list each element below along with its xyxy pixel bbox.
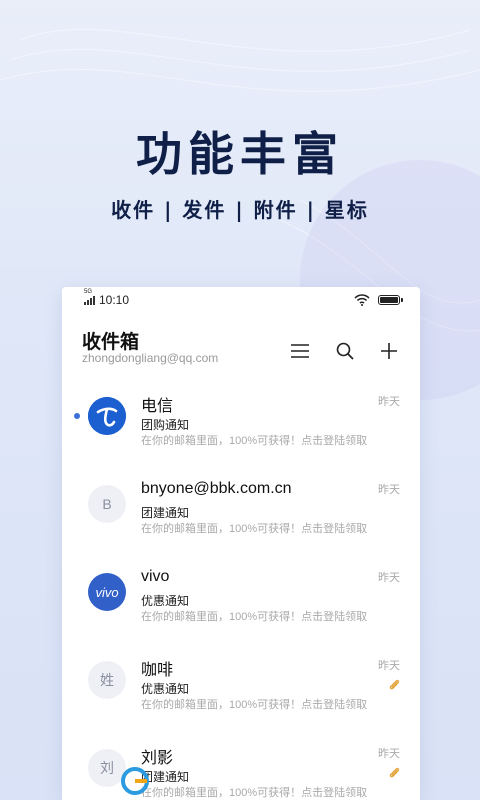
- account-email: zhongdongliang@qq.com: [82, 351, 219, 365]
- inbox-title: 收件箱: [82, 331, 140, 353]
- mail-item[interactable]: 电信 团购通知 在你的邮箱里面，100%可获得！点击登陆领取 昨天: [62, 385, 420, 473]
- mail-preview: 在你的邮箱里面，100%可获得！点击登陆领取: [141, 699, 368, 711]
- mail-preview: 在你的邮箱里面，100%可获得！点击登陆领取: [141, 435, 368, 447]
- mail-preview: 在你的邮箱里面，100%可获得！点击登陆领取: [141, 611, 368, 623]
- phone-screen: 5G 10:10 收件箱 zhongdongliang@qq.com 电信 团购…: [62, 287, 420, 800]
- unread-indicator: [74, 413, 80, 419]
- attachment-icon: [389, 767, 400, 778]
- mail-preview: 在你的邮箱里面，100%可获得！点击登陆领取: [141, 523, 368, 535]
- search-button[interactable]: [333, 339, 357, 363]
- mail-sender: 电信: [141, 398, 174, 415]
- mail-item[interactable]: 刘 刘影 团建通知 在你的邮箱里面，100%可获得！点击登陆领取 昨天: [62, 737, 420, 800]
- mail-time: 昨天: [378, 396, 400, 408]
- mail-sender: vivo: [141, 568, 170, 585]
- mail-time: 昨天: [378, 484, 400, 496]
- add-icon: [381, 343, 397, 359]
- compose-button[interactable]: [377, 339, 401, 363]
- avatar: B: [88, 485, 126, 523]
- mail-sender: bnyone@bbk.com.cn: [141, 480, 292, 497]
- network-label: 5G: [84, 289, 93, 295]
- vivo-logo-icon: vivo: [88, 573, 126, 611]
- mail-sender: 咖啡: [141, 662, 174, 679]
- promo-subtitle: 收件 | 发件 | 附件 | 星标: [111, 198, 369, 222]
- mail-subject: 优惠通知: [141, 594, 190, 608]
- signal-icon: 5G: [84, 289, 95, 305]
- mail-subject: 优惠通知: [141, 682, 190, 696]
- mail-item[interactable]: 姓 咖啡 优惠通知 在你的邮箱里面，100%可获得！点击登陆领取 昨天: [62, 649, 420, 737]
- mail-subject: 团购通知: [141, 418, 190, 432]
- mail-time: 昨天: [378, 748, 400, 760]
- watermark-logo: [120, 764, 230, 798]
- menu-icon: [291, 344, 309, 358]
- status-bar: 5G 10:10: [62, 287, 420, 315]
- status-time: 10:10: [99, 293, 130, 307]
- mail-item[interactable]: B bnyone@bbk.com.cn 团建通知 在你的邮箱里面，100%可获得…: [62, 473, 420, 561]
- battery-icon: [378, 295, 403, 305]
- mail-time: 昨天: [378, 660, 400, 672]
- mail-subject: 团建通知: [141, 506, 190, 520]
- search-icon: [336, 342, 354, 360]
- promo-title: 功能丰富: [136, 127, 344, 181]
- menu-button[interactable]: [288, 339, 312, 363]
- avatar: 姓: [88, 661, 126, 699]
- wifi-icon: [354, 294, 370, 306]
- mail-time: 昨天: [378, 572, 400, 584]
- mail-item[interactable]: vivo vivo 优惠通知 在你的邮箱里面，100%可获得！点击登陆领取 昨天: [62, 561, 420, 649]
- attachment-icon: [389, 679, 400, 690]
- telecom-logo-icon: [88, 397, 126, 435]
